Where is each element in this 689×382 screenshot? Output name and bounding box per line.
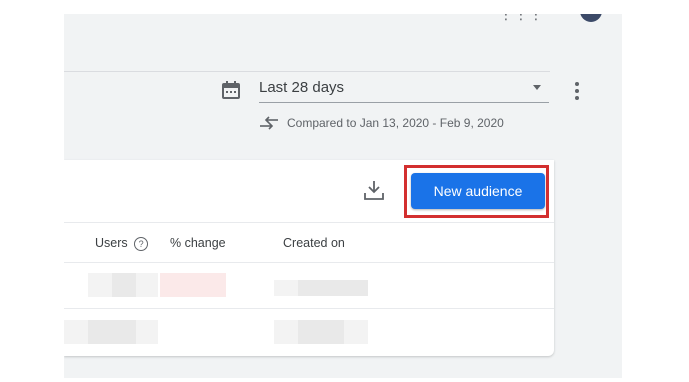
caret-down-icon <box>533 85 541 90</box>
more-vert-icon[interactable] <box>574 82 580 102</box>
column-header-percent-change[interactable]: % change <box>170 236 226 250</box>
comparison-text: Compared to Jan 13, 2020 - Feb 9, 2020 <box>287 116 504 130</box>
redacted-cell <box>88 273 112 297</box>
table-divider <box>64 222 554 223</box>
column-header-created-on[interactable]: Created on <box>283 236 345 250</box>
download-icon[interactable] <box>362 179 386 201</box>
comparison-row: Compared to Jan 13, 2020 - Feb 9, 2020 <box>259 114 504 132</box>
date-range-select[interactable]: Last 28 days <box>259 78 549 103</box>
redacted-cell <box>136 273 158 297</box>
new-audience-button[interactable]: New audience <box>411 173 545 209</box>
redacted-cell <box>160 273 204 297</box>
redacted-cell <box>344 320 368 344</box>
top-bar: ⋮⋮⋮ <box>64 14 622 44</box>
redacted-cell <box>274 320 298 344</box>
redacted-cell <box>204 273 226 297</box>
redacted-cell <box>298 280 368 296</box>
audiences-card: New audience Users ? % change Created on <box>64 160 554 356</box>
redacted-cell <box>136 320 158 344</box>
account-icon[interactable] <box>580 14 602 22</box>
redacted-cell <box>112 273 136 297</box>
compare-arrows-icon <box>260 116 278 130</box>
apps-icon[interactable]: ⋮⋮⋮ <box>499 14 543 22</box>
table-divider <box>64 308 554 309</box>
users-header-label: Users <box>95 236 128 250</box>
redacted-cell <box>64 320 88 344</box>
table-divider <box>64 262 554 263</box>
redacted-cell <box>274 280 298 296</box>
date-range-value: Last 28 days <box>259 79 345 96</box>
help-icon[interactable]: ? <box>134 236 149 251</box>
analytics-page: ⋮⋮⋮ Last 28 days Compared to Jan 13, 202… <box>64 14 622 378</box>
column-header-users[interactable]: Users ? <box>95 236 149 251</box>
redacted-cell <box>88 320 136 344</box>
redacted-cell <box>298 320 344 344</box>
calendar-icon[interactable] <box>221 80 241 100</box>
header-divider <box>64 71 550 72</box>
